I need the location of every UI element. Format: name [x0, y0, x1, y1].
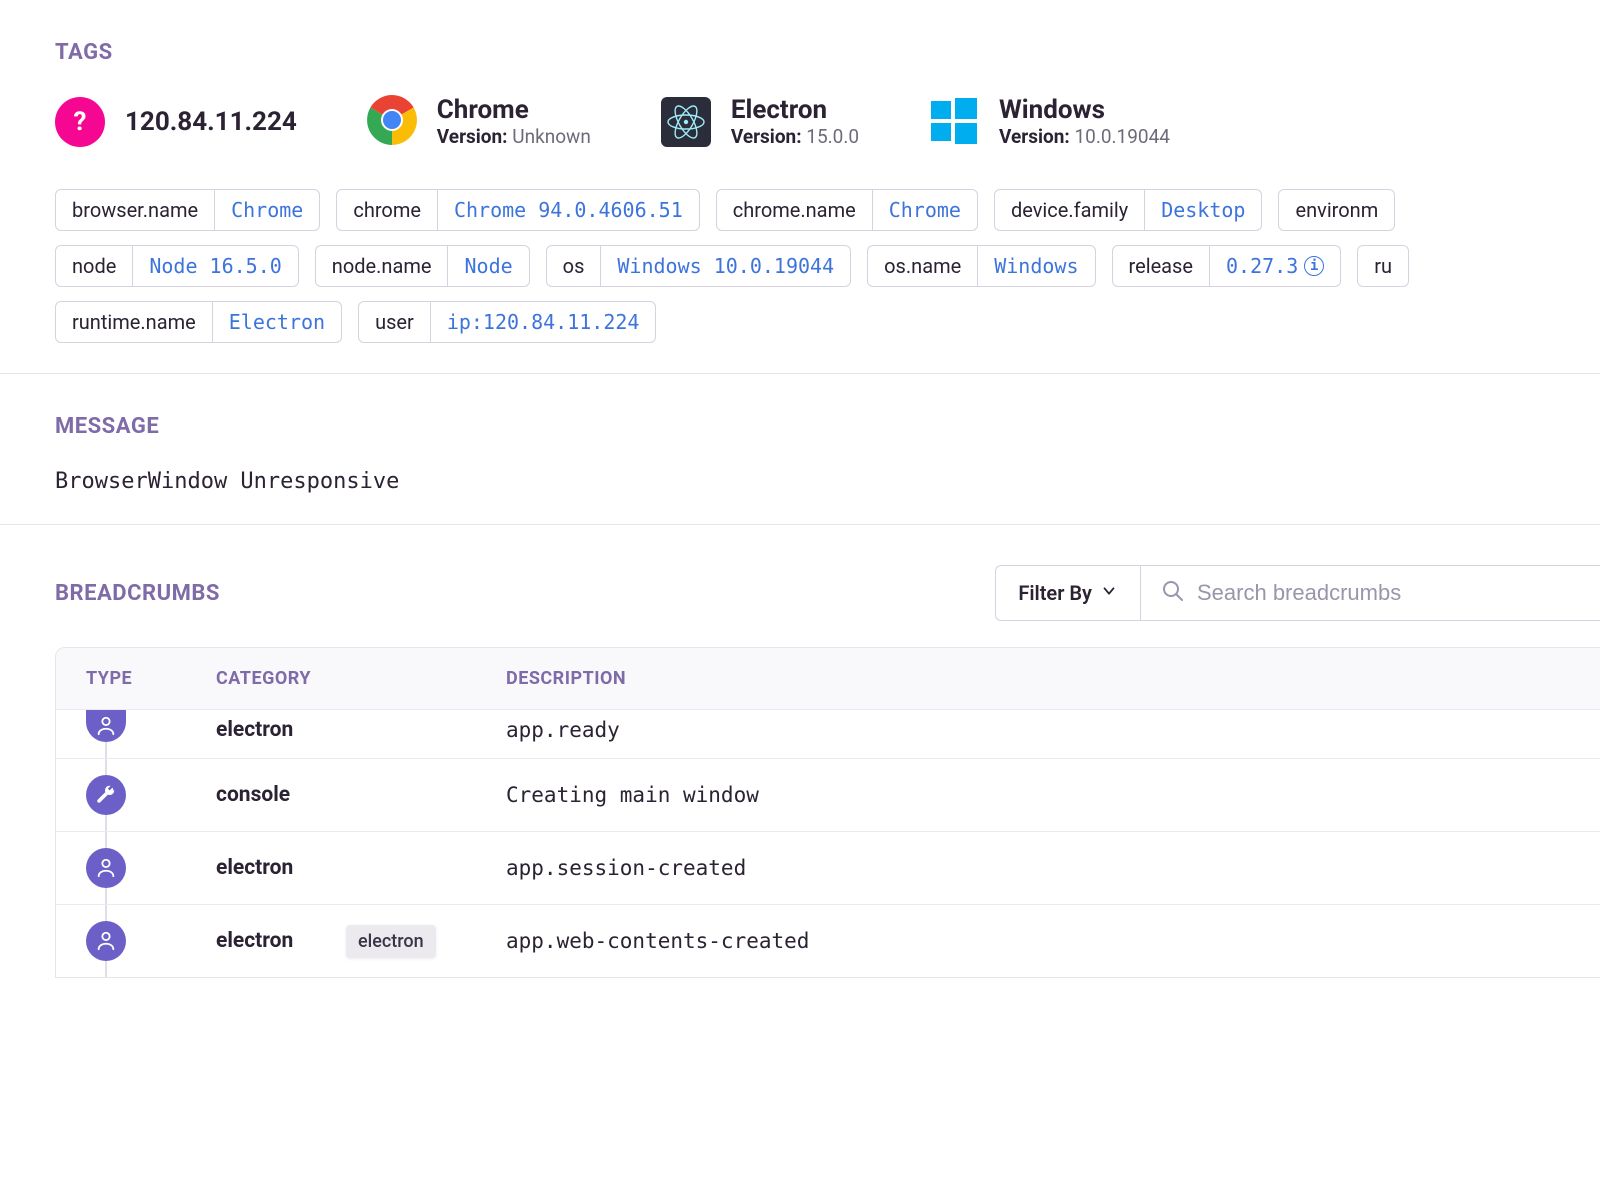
tag-pill[interactable]: os.nameWindows: [867, 245, 1095, 287]
tag-pill[interactable]: nodeNode 16.5.0: [55, 245, 299, 287]
breadcrumbs-search-input[interactable]: [1185, 566, 1580, 620]
tag-key: os.name: [868, 246, 977, 286]
breadcrumb-row[interactable]: consoleCreating main window: [56, 758, 1600, 831]
info-icon[interactable]: i: [1304, 256, 1324, 276]
tag-key: chrome.name: [717, 190, 872, 230]
context-browser[interactable]: Chrome Version: Unknown: [367, 95, 591, 149]
chevron-down-icon: [1100, 581, 1118, 605]
tag-key: user: [359, 302, 430, 342]
message-section: MESSAGE BrowserWindow Unresponsive: [0, 374, 1600, 525]
tag-value: Node 16.5.0: [132, 246, 297, 286]
tag-pill[interactable]: node.nameNode: [315, 245, 530, 287]
search-icon: [1161, 579, 1185, 607]
tag-key: runtime.name: [56, 302, 212, 342]
col-category: CATEGORY: [216, 668, 506, 689]
tag-key: environm: [1279, 190, 1394, 230]
context-ip[interactable]: ? 120.84.11.224: [55, 97, 297, 147]
message-title: MESSAGE: [55, 414, 1545, 439]
os-name: Windows: [999, 96, 1170, 125]
tag-value: 0.27.3 i: [1209, 246, 1340, 286]
tag-pill[interactable]: device.familyDesktop: [994, 189, 1263, 231]
tag-value: Desktop: [1144, 190, 1261, 230]
breadcrumbs-table: TYPE CATEGORY DESCRIPTION electronapp.re…: [55, 647, 1600, 978]
tag-pill[interactable]: ru: [1357, 245, 1409, 287]
message-text: BrowserWindow Unresponsive: [55, 469, 1545, 494]
breadcrumb-description: Creating main window: [506, 783, 1570, 807]
tag-value: Windows: [977, 246, 1094, 286]
tag-pill[interactable]: release0.27.3 i: [1112, 245, 1342, 287]
col-description: DESCRIPTION: [506, 668, 1570, 689]
breadcrumb-category: electron: [216, 856, 506, 880]
tag-pill[interactable]: osWindows 10.0.19044: [546, 245, 851, 287]
user-icon: [86, 848, 126, 888]
filter-by-button[interactable]: Filter By: [995, 565, 1140, 621]
tag-key: release: [1113, 246, 1209, 286]
breadcrumb-category: console: [216, 783, 506, 807]
tag-value: ip:120.84.11.224: [430, 302, 656, 342]
breadcrumb-row[interactable]: electronelectronapp.web-contents-created: [56, 904, 1600, 977]
tag-pill[interactable]: chrome.nameChrome: [716, 189, 978, 231]
breadcrumbs-section: BREADCRUMBS Filter By TYPE CATEGORY DESC…: [0, 525, 1600, 978]
breadcrumb-row[interactable]: electronapp.ready: [56, 709, 1600, 758]
breadcrumb-row[interactable]: electronapp.session-created: [56, 831, 1600, 904]
tag-pill[interactable]: browser.nameChrome: [55, 189, 320, 231]
electron-icon: [661, 97, 711, 147]
user-icon: [86, 921, 126, 961]
tag-value: Chrome: [214, 190, 319, 230]
windows-icon: [929, 95, 979, 149]
breadcrumb-category: electronelectron: [216, 929, 506, 953]
tag-pill[interactable]: environm: [1278, 189, 1395, 231]
tags-title: TAGS: [55, 40, 1545, 65]
tag-pill[interactable]: chromeChrome 94.0.4606.51: [336, 189, 699, 231]
tags-section: TAGS ? 120.84.11.224 Chrome: [0, 0, 1600, 374]
tag-value: Electron: [212, 302, 341, 342]
chrome-icon: [367, 95, 417, 149]
tag-key: node: [56, 246, 132, 286]
tag-value: Node: [447, 246, 528, 286]
context-row: ? 120.84.11.224 Chrome Version: Unknown: [55, 95, 1545, 149]
browser-name: Chrome: [437, 96, 591, 125]
tooltip: electron: [346, 925, 436, 958]
tag-pill[interactable]: runtime.nameElectron: [55, 301, 342, 343]
wrench-icon: [86, 775, 126, 815]
runtime-name: Electron: [731, 96, 859, 125]
tag-pill[interactable]: userip:120.84.11.224: [358, 301, 656, 343]
breadcrumbs-search[interactable]: [1140, 565, 1600, 621]
breadcrumb-description: app.ready: [506, 718, 1570, 742]
tag-value: Chrome: [872, 190, 977, 230]
breadcrumbs-header-row: TYPE CATEGORY DESCRIPTION: [56, 648, 1600, 709]
breadcrumb-category: electron: [216, 718, 506, 742]
tag-key: browser.name: [56, 190, 214, 230]
tag-key: chrome: [337, 190, 437, 230]
context-runtime[interactable]: Electron Version: 15.0.0: [661, 96, 859, 148]
tags-list: browser.nameChromechromeChrome 94.0.4606…: [55, 189, 1545, 343]
tag-key: device.family: [995, 190, 1144, 230]
tag-key: node.name: [316, 246, 448, 286]
tag-key: ru: [1358, 246, 1408, 286]
breadcrumb-description: app.web-contents-created: [506, 929, 1570, 953]
tag-value: Chrome 94.0.4606.51: [437, 190, 699, 230]
tag-key: os: [547, 246, 601, 286]
breadcrumbs-title: BREADCRUMBS: [55, 581, 220, 606]
tag-value: Windows 10.0.19044: [600, 246, 850, 286]
question-icon: ?: [55, 97, 105, 147]
context-os[interactable]: Windows Version: 10.0.19044: [929, 95, 1170, 149]
ip-value: 120.84.11.224: [125, 108, 297, 137]
user-icon: [86, 710, 126, 742]
col-type: TYPE: [86, 668, 216, 689]
breadcrumb-description: app.session-created: [506, 856, 1570, 880]
